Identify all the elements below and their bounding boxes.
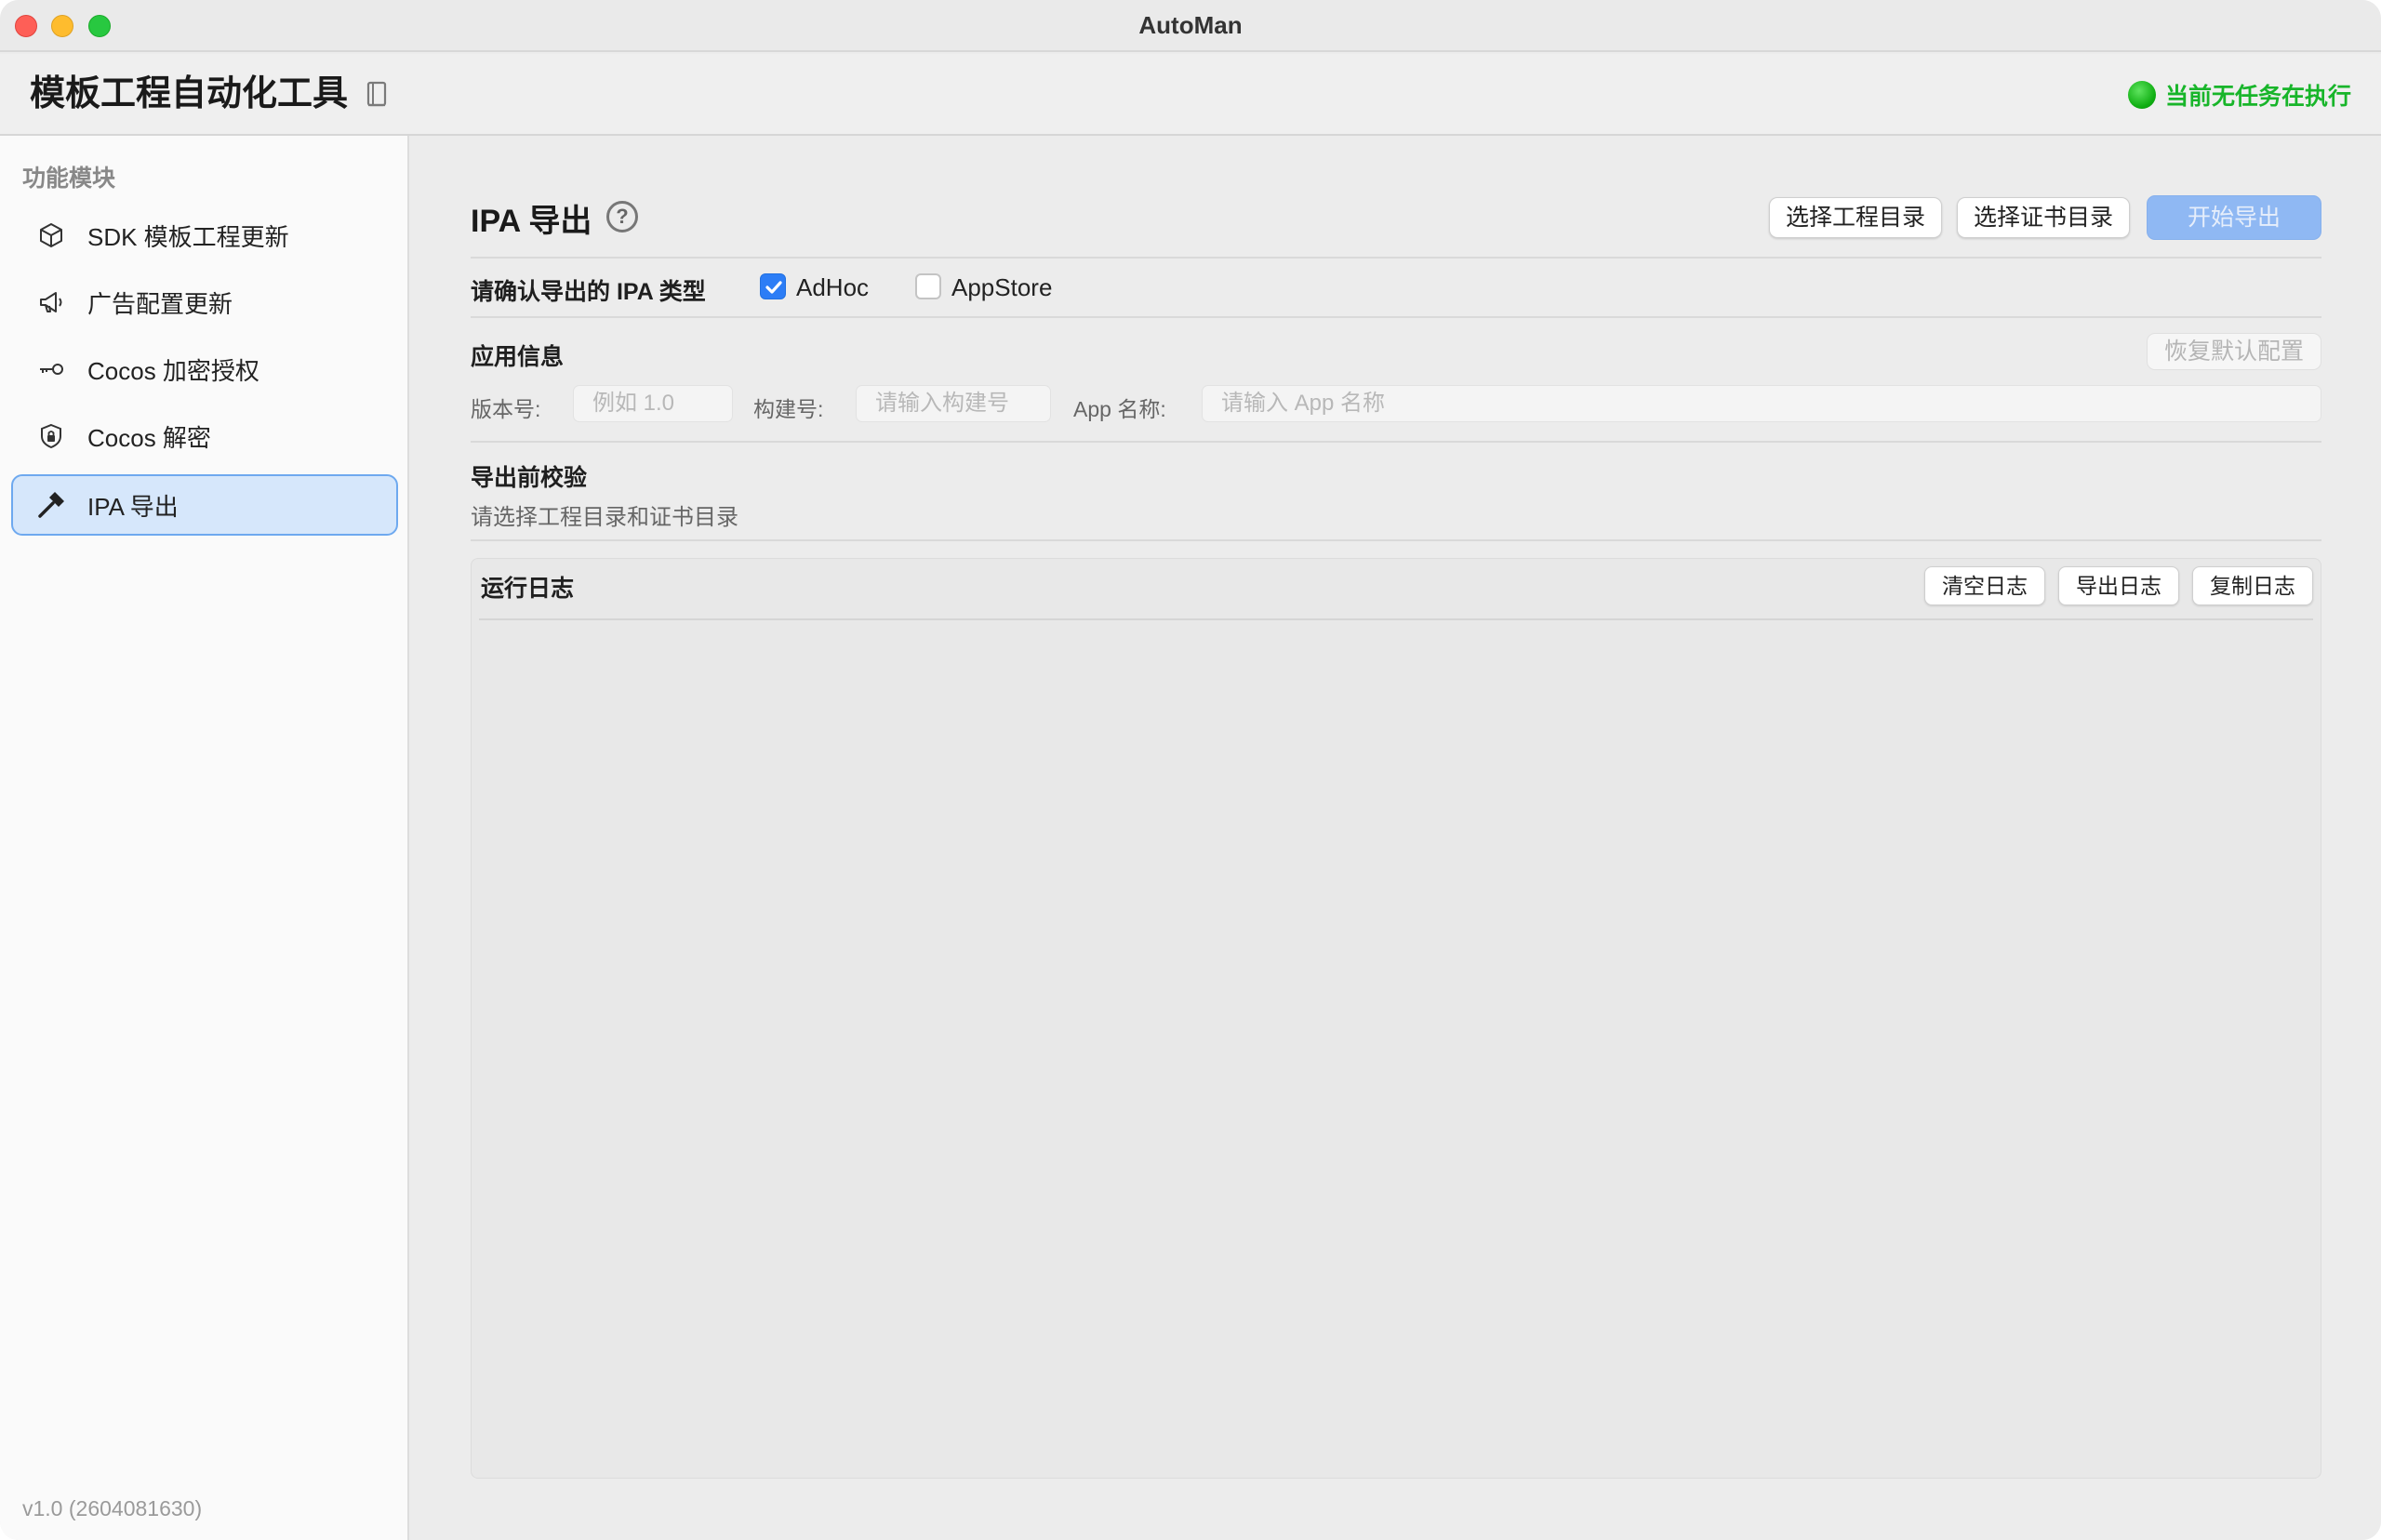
cube-icon [35,219,67,251]
app-name-field-label: App 名称: [1073,397,1166,421]
page-title: IPA 导出 [471,204,592,239]
sidebar-heading: 功能模块 [22,166,116,192]
build-field-label: 构建号: [753,397,824,421]
select-project-dir-button[interactable]: 选择工程目录 [1769,197,1942,238]
sidebar-item-ipa-export[interactable]: IPA 导出 [11,474,398,536]
sidebar-item-sdk-update[interactable]: SDK 模板工程更新 [11,205,398,266]
app-info-heading: 应用信息 [471,344,565,370]
adhoc-checkbox[interactable] [760,273,786,299]
copy-log-button[interactable]: 复制日志 [2192,566,2313,605]
adhoc-label[interactable]: AdHoc [796,273,869,302]
sidebar-item-label: SDK 模板工程更新 [87,222,289,251]
checkmark-icon [765,281,782,294]
reset-default-config-button[interactable]: 恢复默认配置 [2147,333,2321,370]
export-log-button[interactable]: 导出日志 [2058,566,2179,605]
precheck-heading: 导出前校验 [471,465,588,491]
precheck-hint: 请选择工程目录和证书目录 [471,505,738,530]
window-title: AutoMan [1138,11,1243,39]
status-dot-icon [2127,81,2156,109]
appstore-checkbox[interactable] [915,273,941,299]
app-header: 模板工程自动化工具 当前无任务在执行 [0,54,2381,136]
divider [471,441,2321,443]
clear-log-button[interactable]: 清空日志 [1924,566,2045,605]
ipa-type-label: 请确认导出的 IPA 类型 [471,279,706,305]
run-log-panel: 运行日志 清空日志 导出日志 复制日志 [471,558,2321,1479]
divider [471,316,2321,318]
version-input[interactable]: 例如 1.0 [573,385,733,422]
select-cert-dir-button[interactable]: 选择证书目录 [1957,197,2130,238]
status-text: 当前无任务在执行 [2164,84,2351,110]
log-divider [479,618,2313,620]
sidebar: 功能模块 SDK 模板工程更新 广告配置更新 Cocos 加密授权 Cocos … [0,136,409,1540]
app-name-input[interactable]: 请输入 App 名称 [1202,385,2321,422]
help-icon[interactable]: ? [606,201,638,232]
sidebar-item-ad-config[interactable]: 广告配置更新 [11,272,398,333]
title-bar: AutoMan [0,0,2381,52]
app-title: 模板工程自动化工具 [30,74,349,113]
key-icon [35,353,67,385]
lock-shield-icon [35,420,67,452]
sidebar-item-label: Cocos 解密 [87,423,211,452]
sidebar-item-label: IPA 导出 [87,492,179,521]
version-label: v1.0 (2604081630) [22,1496,203,1520]
sidebar-item-cocos-decrypt[interactable]: Cocos 解密 [11,405,398,467]
divider [471,539,2321,541]
appstore-label[interactable]: AppStore [951,273,1052,302]
app-window: AutoMan 模板工程自动化工具 当前无任务在执行 功能模块 SDK 模板工程… [0,0,2381,1540]
start-export-button[interactable]: 开始导出 [2147,195,2321,240]
divider [471,257,2321,259]
book-icon[interactable] [365,80,391,110]
hammer-icon [35,489,67,521]
main-content: IPA 导出 ? 选择工程目录 选择证书目录 开始导出 请确认导出的 IPA 类… [411,136,2381,1540]
sidebar-item-cocos-auth[interactable]: Cocos 加密授权 [11,339,398,400]
log-title: 运行日志 [481,576,575,602]
megaphone-icon [35,286,67,318]
sidebar-item-label: Cocos 加密授权 [87,356,259,385]
build-input[interactable]: 请输入构建号 [856,385,1051,422]
task-status: 当前无任务在执行 [2127,76,2351,113]
sidebar-item-label: 广告配置更新 [87,289,233,318]
version-field-label: 版本号: [471,397,541,421]
